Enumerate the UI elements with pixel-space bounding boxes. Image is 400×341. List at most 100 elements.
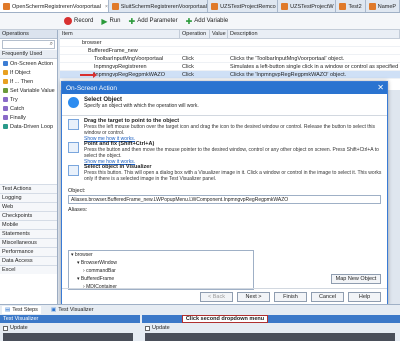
plus-icon: ✚ xyxy=(185,16,193,26)
category-test-actions[interactable]: Test Actions xyxy=(0,184,57,193)
close-icon[interactable]: ✕ xyxy=(377,83,384,92)
add-variable-button[interactable]: ✚ Add Variable xyxy=(186,17,229,26)
operation-categories: Test Actions Logging Web Checkpoints Mob… xyxy=(0,184,57,274)
tab-test-visualizer[interactable]: ▣ Test Visualizer xyxy=(48,306,97,314)
visualizer-thumbnail[interactable] xyxy=(3,333,133,341)
dialog-title: On-Screen Action xyxy=(66,84,117,92)
table-row[interactable]: ToolbarInputMngVoorportaal Click Clicks … xyxy=(60,55,400,63)
operations-search-input[interactable]: ⌕ xyxy=(2,40,55,49)
tree-node[interactable]: › commandBar xyxy=(69,267,253,275)
catch-icon xyxy=(3,106,8,111)
test-icon xyxy=(211,3,219,10)
dialog-footer: < Back Next > Finish Cancel Help xyxy=(62,288,387,304)
op-set-variable[interactable]: Set Variable Value xyxy=(0,86,57,95)
next-button[interactable]: Next > xyxy=(237,291,270,302)
col-item[interactable]: Item xyxy=(60,30,180,38)
test-icon xyxy=(368,3,376,10)
table-row[interactable]: InpmngvpRegistreren Click Simulates a le… xyxy=(60,63,400,71)
aliases-label: Aliases: xyxy=(68,207,88,213)
checkbox-icon xyxy=(3,325,8,331)
category-web[interactable]: Web xyxy=(0,202,57,211)
record-icon xyxy=(64,17,72,25)
op-if-object[interactable]: If Object xyxy=(0,68,57,77)
op-try[interactable]: Try xyxy=(0,95,57,104)
op-data-driven-loop[interactable]: Data-Driven Loop xyxy=(0,122,57,131)
dialog-subtitle-desc: Specify an object with which the operati… xyxy=(84,103,199,109)
tab-namep[interactable]: NameP xyxy=(365,0,400,12)
test-icon xyxy=(111,3,119,10)
col-description[interactable]: Description xyxy=(228,30,400,38)
category-checkpoints[interactable]: Checkpoints xyxy=(0,211,57,220)
op-on-screen-action[interactable]: On-Screen Action xyxy=(0,59,57,68)
category-miscellaneous[interactable]: Miscellaneous xyxy=(0,238,57,247)
op-catch[interactable]: Catch xyxy=(0,104,57,113)
option-visualizer: Select object in Visualizer Press this b… xyxy=(62,162,387,185)
visualizer-panel-header-right xyxy=(142,315,400,323)
category-logging[interactable]: Logging xyxy=(0,193,57,202)
if-icon xyxy=(3,79,8,84)
cancel-button[interactable]: Cancel xyxy=(311,291,344,302)
category-excel[interactable]: Excel xyxy=(0,265,57,274)
col-value[interactable]: Value xyxy=(210,30,228,38)
visualizer-icon[interactable] xyxy=(68,165,79,176)
test-icon xyxy=(3,3,10,10)
run-button[interactable]: ▶ Run xyxy=(101,17,120,26)
update-checkbox[interactable]: Update xyxy=(3,324,28,332)
checkbox-icon xyxy=(145,325,150,331)
plus-icon: ✚ xyxy=(128,16,136,26)
test-icon xyxy=(339,3,347,10)
aliases-tree[interactable]: ▾ browser ▾ BrowserWindow › commandBar ▾… xyxy=(68,250,254,290)
category-data-access[interactable]: Data Access xyxy=(0,256,57,265)
update-checkbox[interactable]: Update xyxy=(145,324,170,332)
play-icon: ▶ xyxy=(101,16,108,26)
variable-icon xyxy=(3,88,8,93)
map-new-object-button[interactable]: Map New Object xyxy=(331,274,381,284)
back-button[interactable]: < Back xyxy=(200,291,233,302)
help-button[interactable]: Help xyxy=(348,291,381,302)
grid-header: Item Operation Value Description xyxy=(60,30,400,39)
finish-button[interactable]: Finish xyxy=(274,291,307,302)
op-if-then[interactable]: If ... Then xyxy=(0,77,57,86)
visualizer-panel-header: Test Visualizer xyxy=(0,315,140,323)
visualizer-icon: ▣ xyxy=(51,307,57,313)
loop-icon xyxy=(3,124,8,129)
add-parameter-button[interactable]: ✚ Add Parameter xyxy=(129,17,178,26)
action-icon xyxy=(3,61,8,66)
category-statements[interactable]: Statements xyxy=(0,229,57,238)
dialog-header: Select Object Specify an object with whi… xyxy=(62,94,387,116)
visualizer-thumbnail[interactable] xyxy=(145,333,395,341)
tree-node[interactable]: ▾ BrowserWindow xyxy=(69,259,253,267)
category-performance[interactable]: Performance xyxy=(0,247,57,256)
red-arrow-annotation xyxy=(80,72,97,77)
tab-sluit-scherm[interactable]: SluitSchermRegistrerenVoorportaal xyxy=(108,0,209,12)
test-toolbar: Record ▶ Run ✚ Add Parameter ✚ Add Variable xyxy=(0,13,400,30)
col-operation[interactable]: Operation xyxy=(180,30,210,38)
operations-panel: Operations ⌕ Frequently Used On-Screen A… xyxy=(0,30,58,304)
drag-target-icon[interactable] xyxy=(68,119,79,130)
dropdown-caption: Click second dropdown menu xyxy=(182,315,268,323)
tree-node[interactable]: ▾ BufferedFrame xyxy=(69,275,253,283)
table-row[interactable]: browser xyxy=(60,39,400,47)
tab-uzs-w[interactable]: UZSTestProjectW xyxy=(278,0,337,12)
record-button[interactable]: Record xyxy=(64,17,93,25)
operations-title: Operations xyxy=(0,30,57,39)
table-row-selected[interactable]: InpmngvpRegRegpmkWAZO Click Clicks the '… xyxy=(60,71,400,79)
if-icon xyxy=(3,70,8,75)
option-point-and-fix: Point and fix (Shift+Ctrl+A) Press the b… xyxy=(62,139,387,165)
document-tab-bar: OpenSchermRegistrerenVoorportaal × SluitS… xyxy=(0,0,400,13)
tab-uzs-remco[interactable]: UZSTestProjectRemco xyxy=(208,0,279,12)
frequently-used-header[interactable]: Frequently Used xyxy=(0,50,57,59)
object-label: Object: xyxy=(68,188,86,194)
tab-test2[interactable]: Test2 xyxy=(336,0,366,12)
dialog-title-bar: On-Screen Action ✕ xyxy=(62,82,387,94)
tree-node[interactable]: ▾ browser xyxy=(69,251,253,259)
point-and-fix-icon[interactable] xyxy=(68,142,79,153)
close-icon[interactable]: × xyxy=(105,4,108,10)
tab-open-scherm[interactable]: OpenSchermRegistrerenVoorportaal × xyxy=(0,0,109,12)
category-mobile[interactable]: Mobile xyxy=(0,220,57,229)
object-field[interactable]: Aliases.browser.BufferedFrame_new.LWPopu… xyxy=(68,195,381,204)
search-icon: ⌕ xyxy=(49,41,53,47)
op-finally[interactable]: Finally xyxy=(0,113,57,122)
tab-test-steps[interactable]: ▤ Test Steps xyxy=(2,306,41,314)
table-row[interactable]: BufferedFrame_new xyxy=(60,47,400,55)
